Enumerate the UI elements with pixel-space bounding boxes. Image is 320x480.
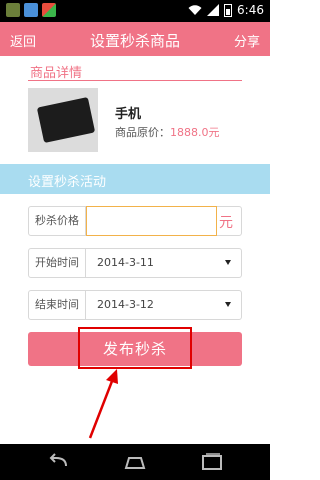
end-time-value: 2014-3-12 bbox=[97, 298, 154, 311]
seckill-price-label: 秒杀价格 bbox=[29, 207, 86, 235]
dropdown-arrow-icon bbox=[225, 260, 231, 265]
end-time-label: 结束时间 bbox=[29, 291, 86, 319]
apps-icon bbox=[42, 3, 56, 17]
navigation-bar bbox=[0, 444, 270, 480]
product-price-row: 商品原价：1888.0元 bbox=[115, 124, 220, 140]
product-name: 手机 bbox=[115, 107, 142, 122]
price-value: 1888.0元 bbox=[170, 126, 220, 139]
image-icon bbox=[24, 3, 38, 17]
seckill-price-input[interactable] bbox=[86, 206, 217, 236]
activity-section-title: 设置秒杀活动 bbox=[28, 175, 107, 190]
seckill-price-row: 秒杀价格 元 bbox=[28, 206, 242, 236]
cat-app-icon bbox=[6, 3, 20, 17]
start-time-value: 2014-3-11 bbox=[97, 256, 154, 269]
page-title: 设置秒杀商品 bbox=[89, 32, 180, 50]
end-time-select[interactable]: 结束时间 2014-3-12 bbox=[28, 290, 242, 320]
back-nav-icon[interactable] bbox=[46, 452, 70, 472]
dropdown-arrow-icon bbox=[225, 302, 231, 307]
recents-nav-icon[interactable] bbox=[200, 452, 224, 472]
publish-seckill-button[interactable]: 发布秒杀 bbox=[28, 332, 242, 366]
section-divider bbox=[28, 80, 242, 81]
price-unit: 元 bbox=[219, 215, 233, 231]
phone-image bbox=[36, 96, 96, 144]
annotation-arrow bbox=[88, 369, 118, 439]
title-bar: 返回 设置秒杀商品 分享 bbox=[0, 22, 270, 56]
product-section-title: 商品详情 bbox=[30, 66, 83, 81]
system-indicators: 6:46 bbox=[188, 3, 264, 17]
share-button[interactable]: 分享 bbox=[234, 31, 260, 50]
start-time-label: 开始时间 bbox=[29, 249, 86, 277]
start-time-select[interactable]: 开始时间 2014-3-11 bbox=[28, 248, 242, 278]
battery-icon bbox=[224, 3, 233, 17]
wifi-icon bbox=[188, 5, 202, 15]
status-bar: 6:46 bbox=[0, 0, 270, 22]
signal-icon bbox=[207, 4, 220, 16]
notification-icons bbox=[6, 3, 56, 17]
activity-section-header: 设置秒杀活动 bbox=[0, 164, 270, 194]
clock: 6:46 bbox=[237, 3, 264, 17]
home-nav-icon[interactable] bbox=[123, 452, 147, 472]
product-image bbox=[28, 88, 98, 152]
price-label: 商品原价： bbox=[115, 126, 170, 139]
